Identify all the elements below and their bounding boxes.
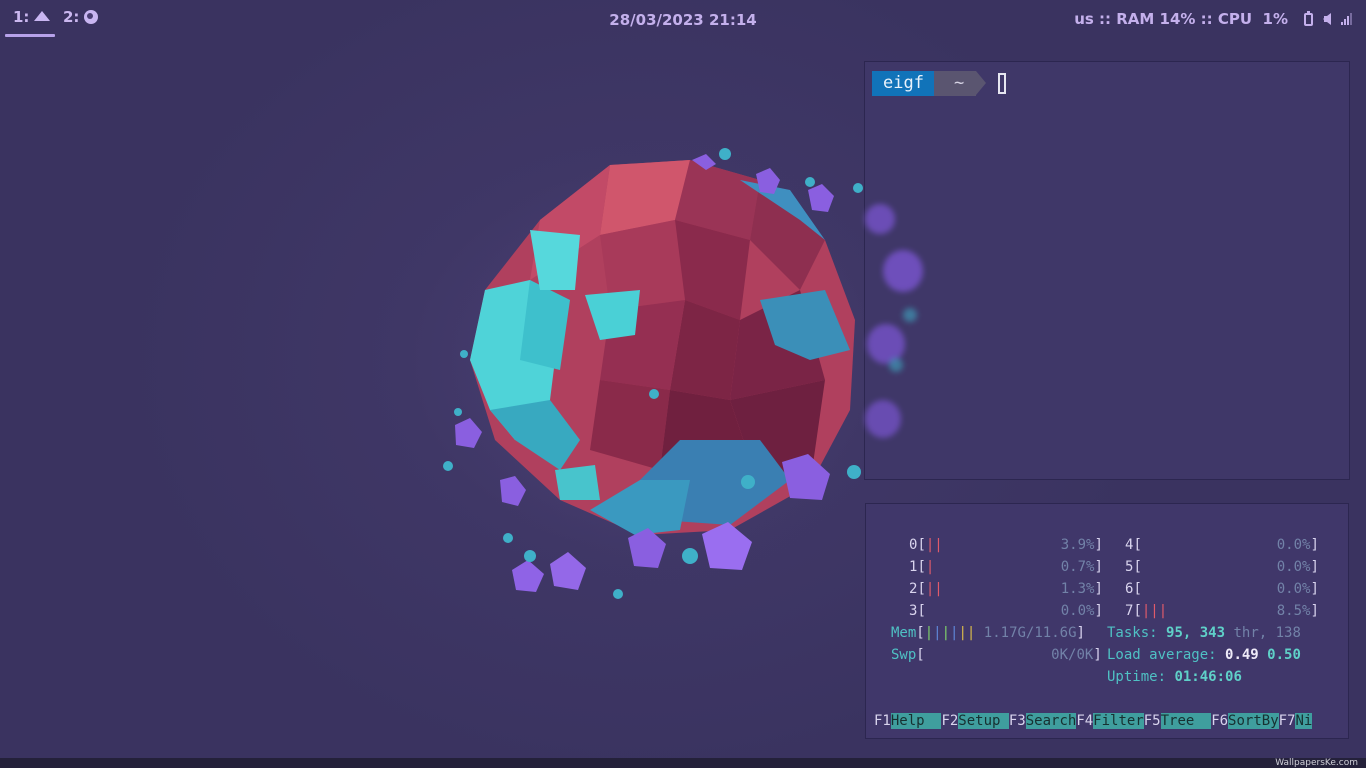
blurred-orb (903, 308, 917, 322)
blurred-crystal (883, 250, 923, 292)
cpu-usage: 0.0% (1276, 581, 1311, 597)
swap-meter: Swp[ 0K/0K] (891, 647, 1102, 663)
cpu-bars: || (925, 537, 943, 553)
prompt-directory: ~ (933, 71, 987, 96)
prompt-user: eigf (872, 71, 944, 96)
uptime: Uptime: 01:46:06 (1107, 667, 1242, 687)
cpu-usage: 3.9% (1060, 537, 1095, 553)
fkey-filter[interactable]: F4Filter (1076, 711, 1144, 731)
cpu-meter: 0[|| 3.9%] (909, 537, 1103, 553)
cpu-meter: 1[| 0.7%] (909, 559, 1103, 575)
uptime-value: 01:46:06 (1174, 669, 1242, 685)
fkey-help[interactable]: F1Help (874, 711, 942, 731)
cpu-bars: ||| (1141, 603, 1168, 619)
status-text: us :: RAM 14% :: CPU 1% (1074, 10, 1288, 28)
system-tray (1304, 10, 1352, 26)
signal-icon[interactable] (1341, 13, 1352, 25)
blurred-crystal (865, 400, 901, 438)
uptime-label: Uptime: (1107, 669, 1167, 685)
bottom-strip (0, 758, 1366, 768)
load-1min: 0.49 (1225, 647, 1259, 663)
cpu-usage: 8.5% (1276, 603, 1311, 619)
volume-icon[interactable] (1323, 13, 1331, 25)
mem-label: Mem (891, 625, 917, 641)
top-bar: 1: 2: 28/03/2023 21:14 us :: RAM 14% :: … (0, 0, 1366, 40)
blurred-crystal (865, 204, 895, 234)
blurred-orb (889, 358, 903, 372)
thr-label: thr, (1233, 625, 1268, 641)
text-cursor[interactable] (998, 73, 1007, 94)
cpu-usage: 0.0% (1276, 537, 1311, 553)
fkey-sortby[interactable]: F6SortBy (1211, 711, 1279, 731)
tasks-label: Tasks: (1107, 625, 1158, 641)
cpu-meter: 3[ 0.0%] (909, 603, 1103, 619)
load-5min: 0.50 (1267, 647, 1301, 663)
active-workspace-indicator (5, 34, 55, 37)
fkey-search[interactable]: F3Search (1009, 711, 1077, 731)
fkey-tree[interactable]: F5Tree (1144, 711, 1212, 731)
cpu-meter: 2[|| 1.3%] (909, 581, 1103, 597)
cpu-usage: 0.7% (1060, 559, 1095, 575)
load-label: Load average: (1107, 647, 1217, 663)
battery-icon[interactable] (1304, 10, 1313, 26)
fkey-setup[interactable]: F2Setup (941, 711, 1009, 731)
cpu-meter: 6[ 0.0%] (1125, 581, 1319, 597)
cpu-meter: 4[ 0.0%] (1125, 537, 1319, 553)
load-average: Load average: 0.49 0.50 (1107, 645, 1301, 665)
memory-meter: Mem[|||||| 1.17G/11.6G] (891, 625, 1085, 641)
tasks-summary: Tasks: 95, 343 thr, 138 (1107, 625, 1301, 641)
terminal-window[interactable]: eigf ~ (864, 61, 1350, 480)
tasks-count: 95 (1166, 625, 1183, 641)
swp-value: 0K/0K (1051, 647, 1094, 663)
watermark-text: WallpapersKe.com (1275, 758, 1358, 768)
shell-prompt: eigf ~ (872, 71, 1007, 96)
threads-count: 343 (1199, 625, 1226, 641)
cpu-meter: 5[ 0.0%] (1125, 559, 1319, 575)
cpu-meter: 7[||| 8.5%] (1125, 603, 1319, 619)
cpu-usage: 0.0% (1060, 603, 1095, 619)
running-count: 138 (1275, 625, 1301, 641)
function-key-bar: F1Help F2Setup F3Search F4Filter F5Tree … (874, 711, 1313, 731)
swp-label: Swp (891, 647, 917, 663)
cpu-bars: || (925, 581, 943, 597)
cpu-usage: 0.0% (1276, 559, 1311, 575)
system-status: us :: RAM 14% :: CPU 1% (1074, 10, 1352, 28)
fkey-nice[interactable]: F7Ni (1279, 711, 1313, 731)
mem-value: 1.17G/11.6G (983, 625, 1077, 641)
wallpaper-lowpoly-planet (435, 140, 870, 599)
cpu-usage: 1.3% (1060, 581, 1095, 597)
htop-window[interactable]: 0[|| 3.9%] 1[| 0.7%] 2[|| 1.3%] 3[ 0.0%]… (865, 503, 1349, 739)
